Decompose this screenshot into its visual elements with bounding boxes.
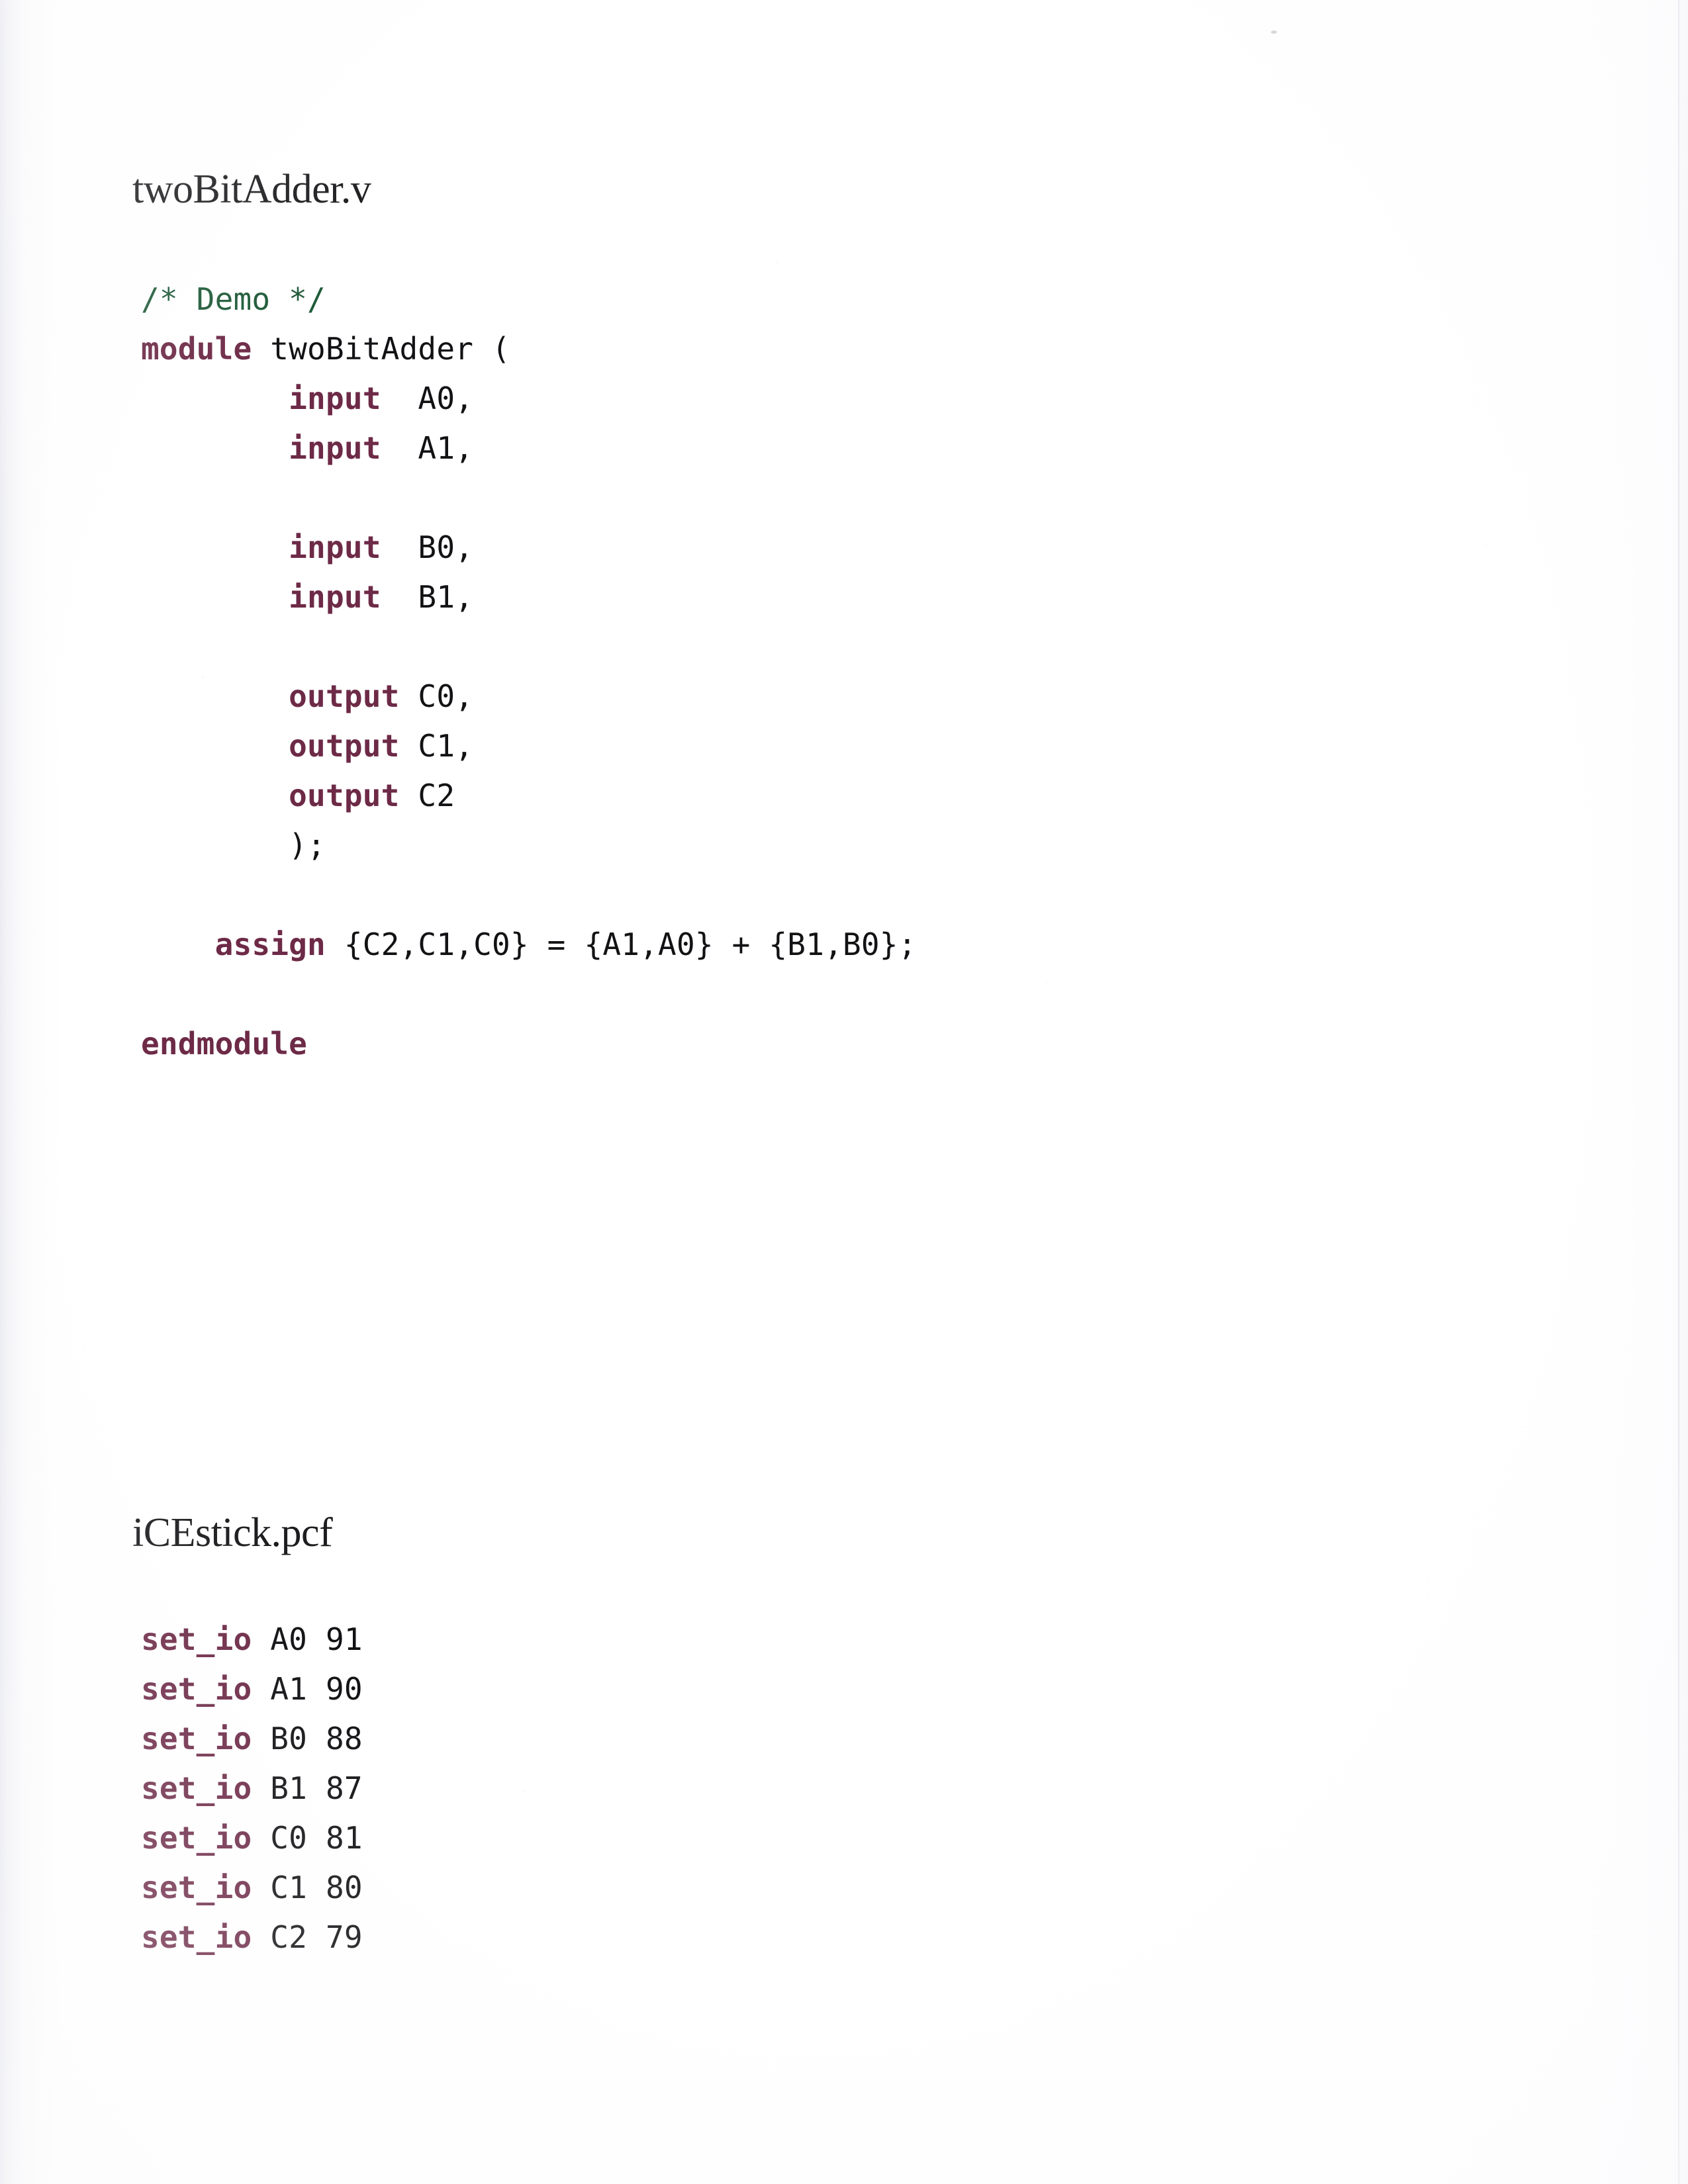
code-line: );	[141, 821, 917, 870]
code-line: input B0,	[141, 523, 917, 572]
code-token-kw: set_io	[141, 1721, 252, 1756]
code-line: set_io A1 90	[141, 1664, 363, 1714]
code-token-kw: endmodule	[141, 1026, 308, 1062]
code-token-plain: A1 90	[252, 1671, 363, 1707]
code-token-plain: twoBitAdder (	[252, 331, 510, 367]
code-token-kw: input	[289, 529, 381, 565]
code-token-plain: B1,	[381, 579, 474, 615]
pcf-file-heading: iCEstick.pcf	[132, 1510, 333, 1555]
code-token-plain: A0 91	[252, 1621, 363, 1657]
code-line: set_io C1 80	[141, 1863, 363, 1913]
code-token-plain: C0,	[399, 678, 474, 714]
code-token-kw: input	[289, 430, 381, 466]
code-token-plain: B1 87	[252, 1770, 363, 1806]
code-line: assign {C2,C1,C0} = {A1,A0} + {B1,B0};	[141, 920, 917, 970]
code-token-kw: set_io	[141, 1671, 252, 1707]
code-line: /* Demo */	[141, 275, 917, 324]
pcf-code-listing: set_io A0 91 set_io A1 90 set_io B0 88 set_…	[141, 1615, 363, 1962]
code-token-plain: C1 80	[252, 1870, 363, 1905]
code-line: set_io B0 88	[141, 1714, 363, 1764]
code-token-kw: set_io	[141, 1870, 252, 1905]
code-line: output C1,	[141, 721, 917, 771]
code-token-kw: input	[289, 579, 381, 615]
code-line: set_io C0 81	[141, 1813, 363, 1863]
code-token-kw: assign	[214, 927, 326, 962]
code-token-plain: B0,	[381, 529, 474, 565]
code-token-kw: module	[141, 331, 252, 367]
verilog-file-heading: twoBitAdder.v	[132, 167, 371, 212]
page-content: twoBitAdder.v /* Demo */ module twoBitAdd…	[0, 0, 1688, 2184]
code-token-kw: set_io	[141, 1919, 252, 1955]
code-token-kw: output	[289, 728, 400, 764]
code-line: endmodule	[141, 1019, 917, 1069]
code-line: input B1,	[141, 572, 917, 622]
code-token-comment: /* Demo */	[141, 281, 326, 317]
code-line: output C2	[141, 771, 917, 821]
code-line: output C0,	[141, 672, 917, 721]
code-token-plain: A1,	[381, 430, 474, 466]
code-token-plain: );	[141, 827, 326, 863]
code-token-plain: A0,	[381, 381, 474, 416]
code-line: input A1,	[141, 424, 917, 473]
code-token-plain: {C2,C1,C0} = {A1,A0} + {B1,B0};	[325, 927, 917, 962]
code-token-kw: output	[289, 678, 400, 714]
code-token-plain: C0 81	[252, 1820, 363, 1856]
code-token-plain: C1,	[399, 728, 474, 764]
code-line: set_io A0 91	[141, 1615, 363, 1664]
code-line: module twoBitAdder (	[141, 324, 917, 374]
code-token-kw: output	[289, 778, 400, 813]
code-line: set_io C2 79	[141, 1913, 363, 1962]
code-line: input A0,	[141, 374, 917, 424]
code-token-kw: set_io	[141, 1770, 252, 1806]
code-token-kw: set_io	[141, 1820, 252, 1856]
code-token-kw: input	[289, 381, 381, 416]
code-token-kw: set_io	[141, 1621, 252, 1657]
code-line: set_io B1 87	[141, 1764, 363, 1813]
verilog-code-listing: /* Demo */ module twoBitAdder ( input A0,…	[141, 275, 917, 1069]
code-token-plain: B0 88	[252, 1721, 363, 1756]
scanned-page: twoBitAdder.v /* Demo */ module twoBitAdd…	[0, 0, 1688, 2184]
code-token-plain: C2 79	[252, 1919, 363, 1955]
code-token-plain: C2	[399, 778, 455, 813]
